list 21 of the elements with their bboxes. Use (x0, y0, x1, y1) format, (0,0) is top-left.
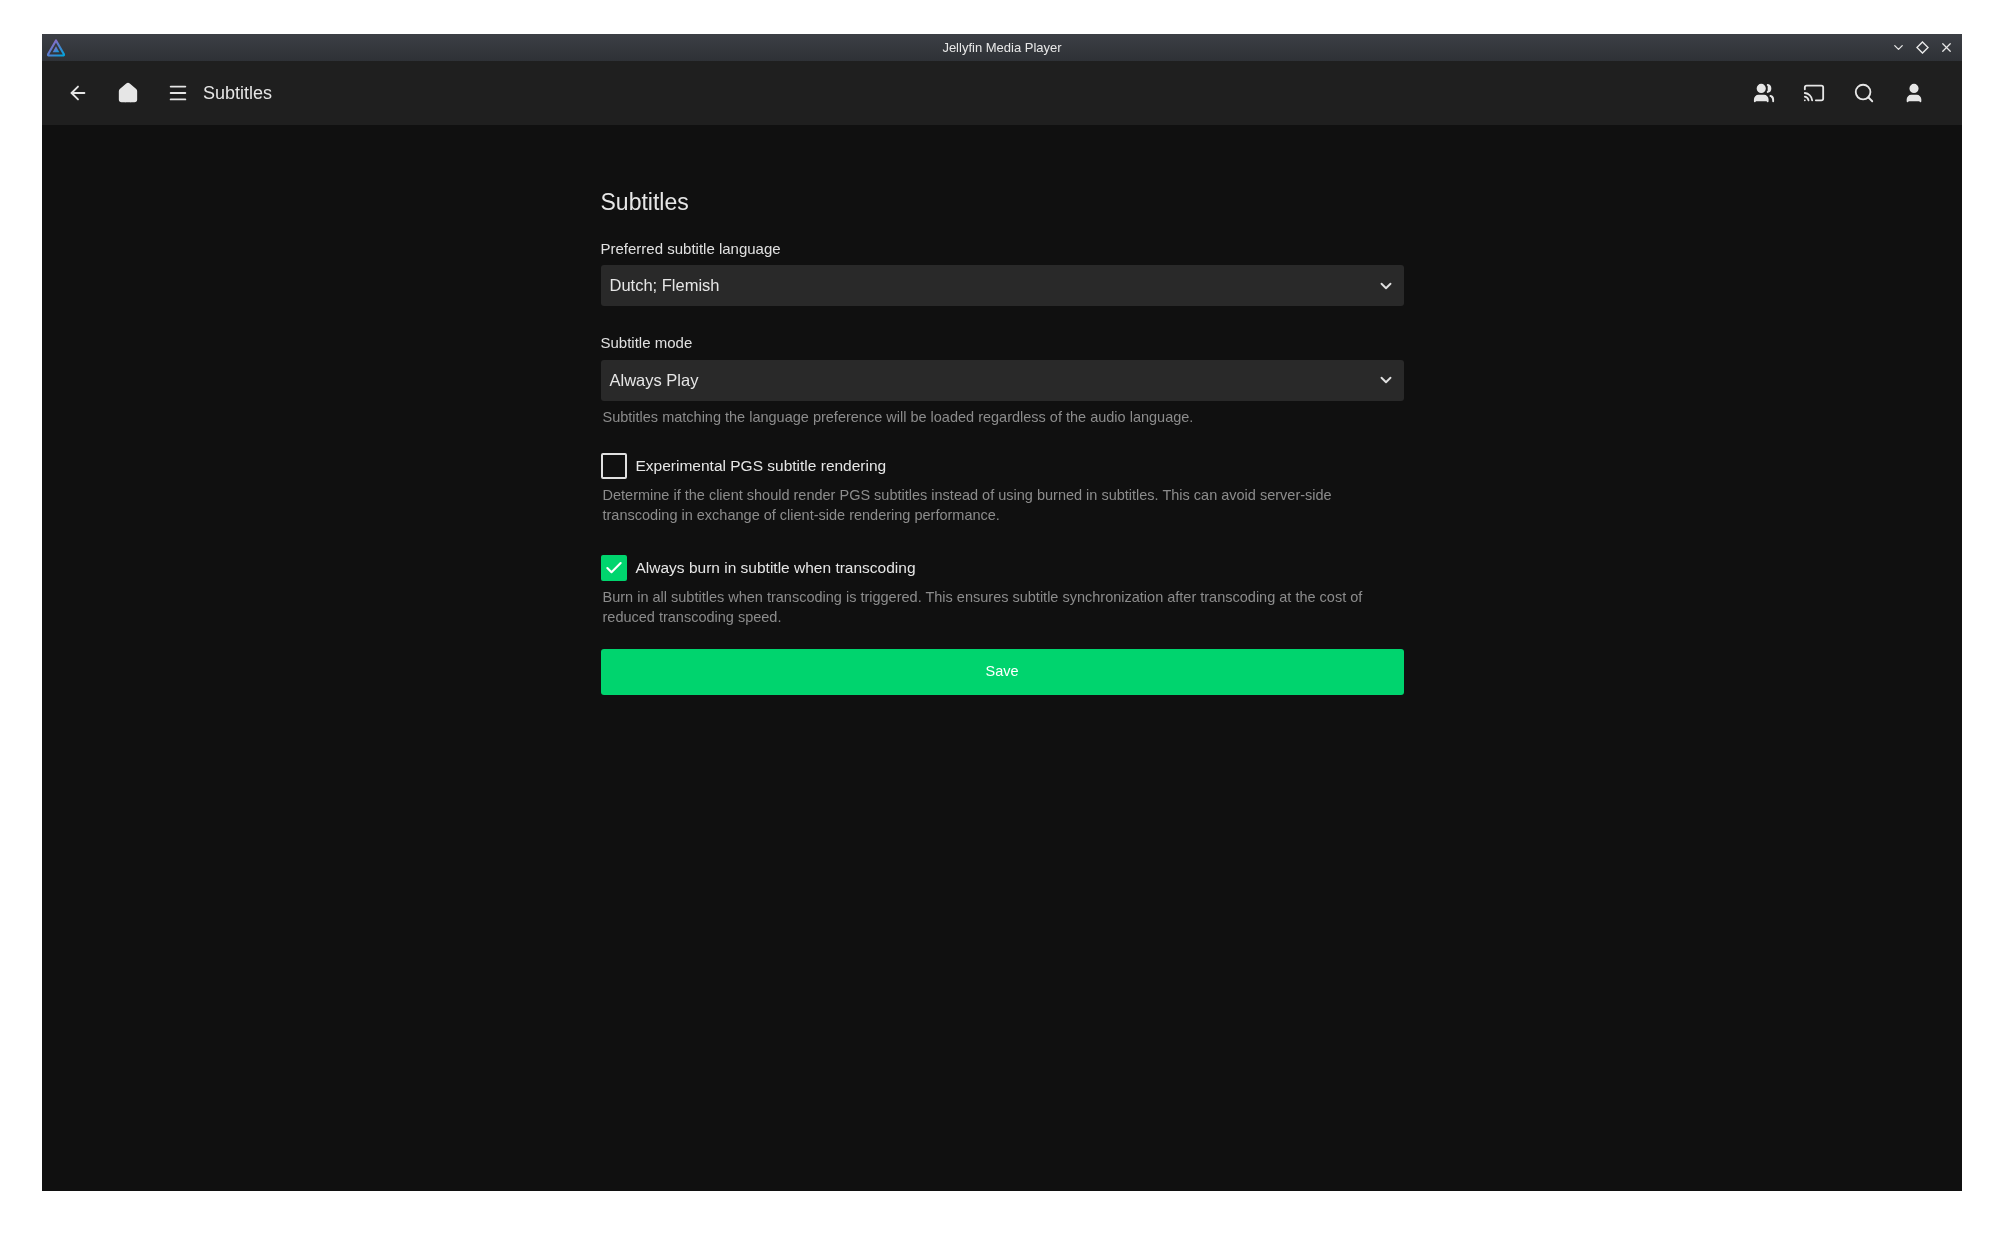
users-icon[interactable] (1753, 82, 1775, 104)
checkbox-label: Experimental PGS subtitle rendering (635, 455, 887, 476)
home-icon[interactable] (117, 82, 139, 104)
page-title: Subtitles (203, 81, 273, 105)
checkbox[interactable] (600, 554, 627, 581)
dropdown-select[interactable]: Always Play (600, 359, 1404, 401)
field-label: Preferred subtitle language (600, 238, 781, 259)
help-text: Subtitles matching the language preference will be loaded regardless of the audio language. (601, 407, 1195, 427)
dropdown-select[interactable]: Dutch; Flemish (600, 265, 1404, 306)
checkbox-label: Always burn in subtitle when transcoding (635, 557, 916, 578)
checkbox[interactable] (600, 452, 627, 479)
window-title: Jellyfin Media Player (942, 38, 1062, 57)
close-icon[interactable] (1939, 40, 1954, 55)
triangle-logo-icon (46, 37, 66, 58)
maximize-icon[interactable] (1916, 41, 1929, 54)
field-label: Subtitle mode (600, 333, 693, 353)
search-icon[interactable] (1853, 82, 1875, 104)
help-text: Burn in all subtitles when transcoding is triggered. This ensures subtitle synchronization after transcoding at the cost of reduced transcoding speed. (601, 587, 1364, 627)
section-heading: Subtitles (600, 188, 689, 217)
cast-icon[interactable] (1803, 82, 1825, 104)
help-text: Determine if the client should render PGS subtitles instead of using burned in subtitles. This can avoid server-side transcoding in exchange of client-side rendering performance. (601, 485, 1333, 525)
